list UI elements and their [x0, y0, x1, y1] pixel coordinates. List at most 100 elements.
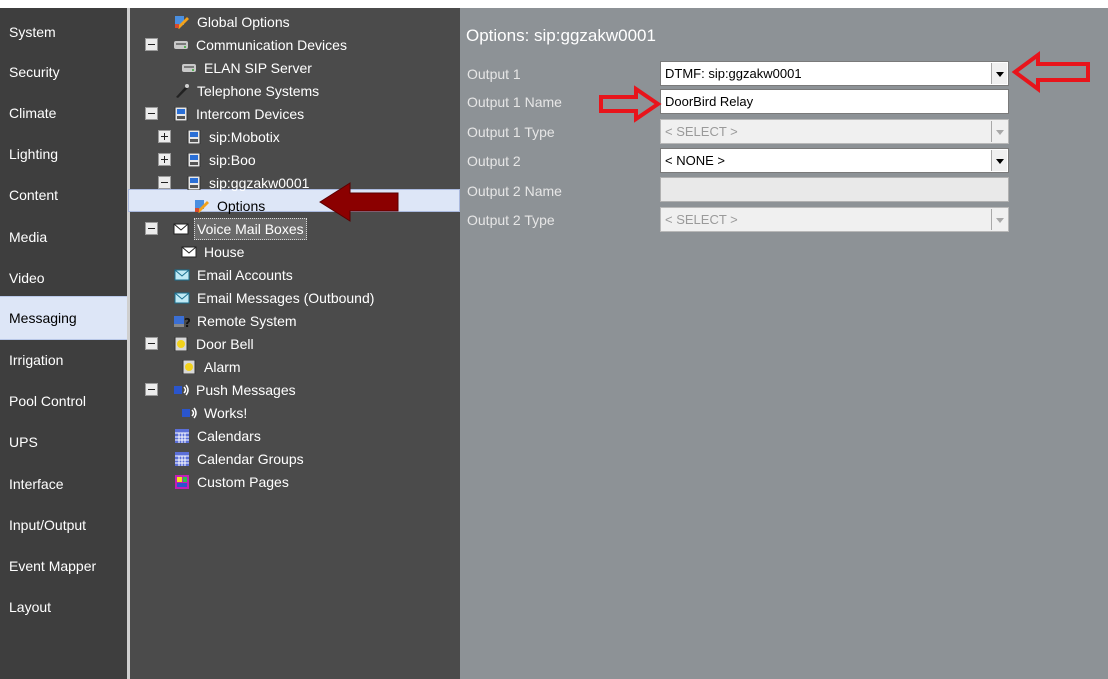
output2-select-value: < NONE >	[665, 153, 725, 168]
tree-label: Email Accounts	[197, 267, 293, 284]
collapse-toggle[interactable]	[145, 383, 158, 396]
expand-toggle[interactable]	[158, 153, 171, 166]
collapse-toggle[interactable]	[145, 222, 158, 235]
envelope-icon	[174, 269, 190, 281]
push-message-icon	[182, 407, 197, 419]
tree-label: Remote System	[197, 313, 297, 330]
tree-item-communication-devices[interactable]: Communication Devices	[173, 34, 349, 56]
nav-item-input-output[interactable]: Input/Output	[0, 505, 127, 545]
tree-label: Push Messages	[196, 382, 296, 399]
door-bell-icon	[174, 337, 188, 352]
tree-item-options[interactable]: Options	[194, 195, 267, 217]
collapse-toggle[interactable]	[145, 38, 158, 51]
collapse-toggle[interactable]	[158, 176, 171, 189]
output2-type-label: Output 2 Type	[467, 212, 555, 228]
envelope-icon	[181, 246, 197, 258]
collapse-toggle[interactable]	[145, 337, 158, 350]
output1-name-input[interactable]: DoorBird Relay	[660, 89, 1009, 114]
intercom-icon	[187, 153, 201, 168]
tree-item-telephone-systems[interactable]: Telephone Systems	[174, 80, 321, 102]
tree-label: Communication Devices	[196, 37, 347, 54]
output1-select[interactable]: DTMF: sip:ggzakw0001	[660, 61, 1009, 86]
chevron-down-icon[interactable]	[991, 63, 1007, 84]
svg-text:?: ?	[184, 316, 190, 328]
tree-label: sip:Mobotix	[209, 129, 280, 146]
tree-item-remote-system[interactable]: ? Remote System	[174, 310, 299, 332]
tree-item-global-options[interactable]: Global Options	[174, 11, 292, 33]
nav-item-event-mapper[interactable]: Event Mapper	[0, 546, 127, 586]
nav-item-layout[interactable]: Layout	[0, 587, 127, 627]
collapse-toggle[interactable]	[145, 107, 158, 120]
output2-type-select[interactable]: < SELECT >	[660, 207, 1009, 232]
tree-item-push-messages[interactable]: Push Messages	[173, 379, 298, 401]
tree-label: Email Messages (Outbound)	[197, 290, 375, 307]
intercom-icon	[174, 107, 188, 122]
server-icon	[174, 41, 188, 50]
tree-label: sip:ggzakw0001	[209, 175, 310, 192]
nav-item-interface[interactable]: Interface	[0, 464, 127, 504]
wrench-options-icon	[175, 16, 189, 30]
telephone-icon	[176, 84, 189, 99]
tree-item-email-accounts[interactable]: Email Accounts	[174, 264, 295, 286]
nav-item-content[interactable]: Content	[0, 175, 127, 215]
nav-item-irrigation[interactable]: Irrigation	[0, 340, 127, 380]
nav-item-ups[interactable]: UPS	[0, 422, 127, 462]
chevron-down-icon[interactable]	[991, 209, 1007, 230]
envelope-icon	[174, 292, 190, 304]
page-title: Options: sip:ggzakw0001	[466, 26, 656, 45]
annotation-arrow-right-icon	[599, 85, 662, 123]
tree-item-email-messages-outbound[interactable]: Email Messages (Outbound)	[174, 287, 376, 309]
output1-type-select[interactable]: < SELECT >	[660, 119, 1009, 144]
nav-item-media[interactable]: Media	[0, 217, 127, 257]
tree-item-calendar-groups[interactable]: Calendar Groups	[174, 448, 306, 470]
output2-label: Output 2	[467, 153, 521, 169]
nav-item-climate[interactable]: Climate	[0, 93, 127, 133]
tree-label: Options	[217, 198, 266, 215]
chevron-down-icon[interactable]	[991, 121, 1007, 142]
tree-item-intercom-devices[interactable]: Intercom Devices	[173, 103, 306, 125]
tree-label: Works!	[204, 405, 248, 422]
tree-label: Calendar Groups	[197, 451, 304, 468]
envelope-icon	[173, 223, 189, 235]
tree-item-calendars[interactable]: Calendars	[174, 425, 263, 447]
output1-select-value: DTMF: sip:ggzakw0001	[665, 66, 802, 81]
server-icon	[182, 64, 196, 73]
wrench-options-icon	[195, 200, 209, 214]
tree-label: Calendars	[197, 428, 261, 445]
nav-item-lighting[interactable]: Lighting	[0, 134, 127, 174]
tree-item-elan-sip-server[interactable]: ELAN SIP Server	[181, 57, 314, 79]
nav-item-video[interactable]: Video	[0, 258, 127, 298]
tree-label: House	[204, 244, 245, 261]
tree-label: Intercom Devices	[196, 106, 305, 123]
output2-type-select-value: < SELECT >	[665, 212, 738, 227]
tree-item-voice-mail-boxes[interactable]: Voice Mail Boxes	[173, 218, 307, 241]
tree-item-door-bell[interactable]: Door Bell	[173, 333, 256, 355]
tree-item-alarm[interactable]: Alarm	[181, 356, 243, 378]
annotation-arrow-left-solid-icon	[319, 182, 399, 222]
tree-item-works[interactable]: Works!	[181, 402, 249, 424]
tree-label: Door Bell	[196, 336, 254, 353]
expand-toggle[interactable]	[158, 130, 171, 143]
tree-item-sip-boo[interactable]: sip:Boo	[186, 149, 258, 171]
nav-item-pool-control[interactable]: Pool Control	[0, 381, 127, 421]
tree-label: sip:Boo	[209, 152, 256, 169]
remote-system-icon: ?	[174, 316, 190, 328]
output2-name-input[interactable]	[660, 177, 1009, 202]
tree-item-custom-pages[interactable]: Custom Pages	[174, 471, 291, 493]
output1-type-select-value: < SELECT >	[665, 124, 738, 139]
nav-item-security[interactable]: Security	[0, 52, 127, 92]
tree-item-sip-ggzakw0001[interactable]: sip:ggzakw0001	[186, 172, 311, 194]
tree-item-sip-mobotix[interactable]: sip:Mobotix	[186, 126, 282, 148]
tree-label: Global Options	[197, 14, 290, 31]
push-message-icon	[174, 384, 189, 396]
tree-label: ELAN SIP Server	[204, 60, 312, 77]
tree-label: Alarm	[204, 359, 241, 376]
tree-item-house[interactable]: House	[181, 241, 246, 263]
output1-name-label: Output 1 Name	[467, 94, 562, 110]
nav-item-system[interactable]: System	[0, 12, 127, 52]
chevron-down-icon[interactable]	[991, 150, 1007, 171]
calendar-icon	[175, 452, 189, 467]
nav-item-messaging[interactable]: Messaging	[0, 296, 127, 340]
output2-select[interactable]: < NONE >	[660, 148, 1009, 173]
output2-name-label: Output 2 Name	[467, 183, 562, 199]
